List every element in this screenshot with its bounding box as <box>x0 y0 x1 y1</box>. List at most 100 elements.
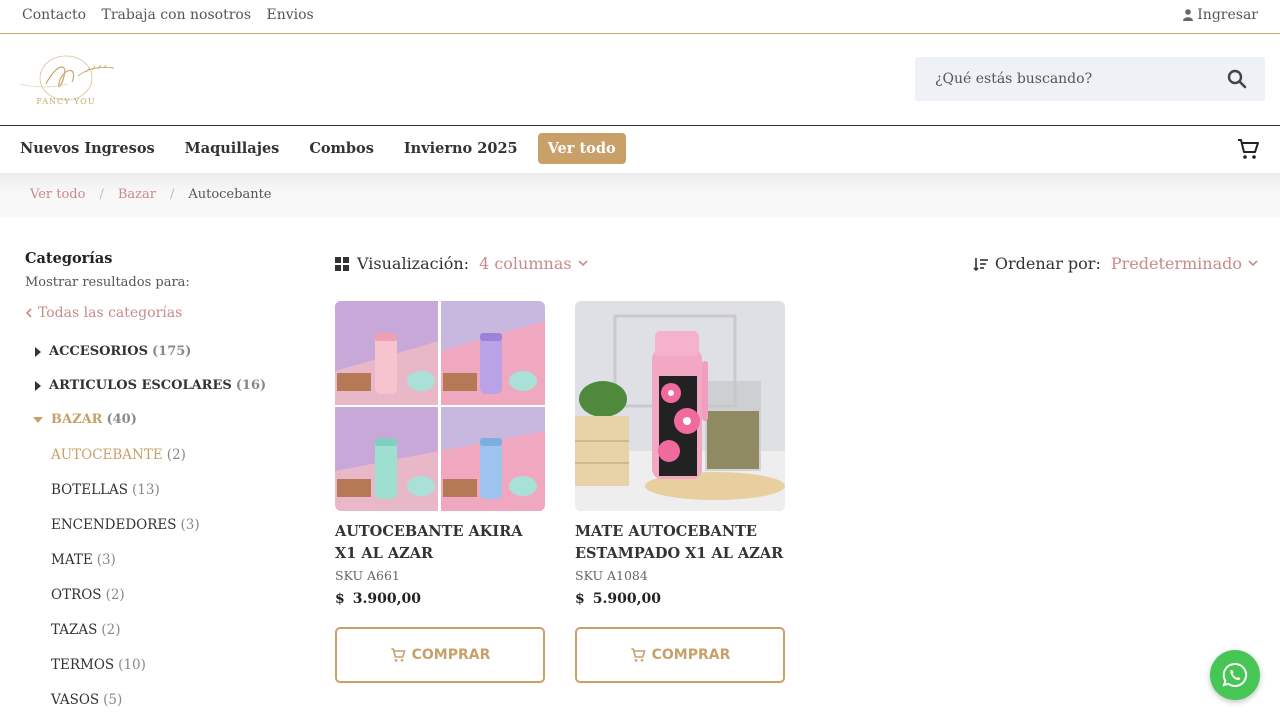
sort-icon <box>973 257 988 271</box>
all-categories-link[interactable]: Todas las categorías <box>25 305 182 321</box>
product-card: MATE AUTOCEBANTE ESTAMPADO X1 AL AZAR SK… <box>575 301 785 683</box>
subcategory-count: (2) <box>101 622 121 638</box>
main-nav: Nuevos Ingresos Maquillajes Combos Invie… <box>0 126 1280 173</box>
subcategory-termos[interactable]: TERMOS (10) <box>51 657 146 673</box>
category-accesorios[interactable]: ACCESORIOS (175) <box>35 344 191 359</box>
caret-down-icon <box>33 416 43 423</box>
category-label: ARTICULOS ESCOLARES <box>49 378 232 393</box>
categories-subtitle: Mostrar resultados para: <box>25 275 190 290</box>
login-link[interactable]: Ingresar <box>1183 7 1258 23</box>
product-name[interactable]: AUTOCEBANTE AKIRA X1 AL AZAR <box>335 521 545 565</box>
buy-button[interactable]: COMPRAR <box>575 627 785 683</box>
price-currency: $ <box>335 591 345 607</box>
logo-text: FANCY YOU <box>36 97 95 106</box>
category-count: (40) <box>106 412 137 427</box>
caret-right-icon <box>35 346 41 357</box>
category-label: BAZAR <box>51 412 103 427</box>
search-input[interactable] <box>915 57 1215 101</box>
whatsapp-button[interactable] <box>1210 650 1260 700</box>
product-name[interactable]: MATE AUTOCEBANTE ESTAMPADO X1 AL AZAR <box>575 521 785 565</box>
product-card: AUTOCEBANTE AKIRA X1 AL AZAR SKU A661 $3… <box>335 301 545 683</box>
subcategory-autocebante[interactable]: AUTOCEBANTE (2) <box>51 447 186 463</box>
view-label: Visualización: <box>357 254 470 273</box>
product-sku: SKU A1084 <box>575 568 648 583</box>
categories-title: Categorías <box>25 250 113 267</box>
nav-winter-2025[interactable]: Invierno 2025 <box>404 140 518 157</box>
subcategory-encendedores[interactable]: ENCENDEDORES (3) <box>51 517 200 533</box>
chevron-down-icon <box>1248 260 1258 267</box>
nav-view-all-button[interactable]: Ver todo <box>537 132 626 164</box>
caret-right-icon <box>35 380 41 391</box>
buy-button-label: COMPRAR <box>411 647 491 663</box>
chevron-left-icon <box>25 308 32 318</box>
subcategory-count: (3) <box>180 517 200 533</box>
top-links: Contacto Trabaja con nosotros Envios <box>22 7 325 23</box>
sort-label: Ordenar por: <box>994 254 1101 273</box>
user-icon <box>1183 9 1194 21</box>
whatsapp-icon <box>1222 662 1248 687</box>
subcategory-count: (10) <box>118 657 146 673</box>
subcategory-count: (3) <box>96 552 116 568</box>
header: FANCY YOU <box>0 34 1280 126</box>
product-price: $5.900,00 <box>575 591 785 607</box>
nav-makeup[interactable]: Maquillajes <box>185 140 280 157</box>
subcategory-label: VASOS <box>51 692 100 708</box>
product-sku: SKU A661 <box>335 568 400 583</box>
search-icon[interactable] <box>1227 69 1247 89</box>
buy-button[interactable]: COMPRAR <box>335 627 545 683</box>
search-bar <box>915 57 1265 101</box>
category-articulos-escolares[interactable]: ARTICULOS ESCOLARES (16) <box>35 378 266 393</box>
product-image[interactable] <box>575 301 785 511</box>
breadcrumb-bazar[interactable]: Bazar <box>118 187 156 202</box>
subcategory-count: (2) <box>166 447 186 463</box>
subcategory-label: BOTELLAS <box>51 482 129 498</box>
breadcrumb-separator: / <box>169 187 175 202</box>
subcategory-botellas[interactable]: BOTELLAS (13) <box>51 482 160 498</box>
breadcrumb: Ver todo / Bazar / Autocebante <box>30 187 272 202</box>
subcategory-label: OTROS <box>51 587 102 603</box>
cart-icon[interactable] <box>1236 137 1260 161</box>
price-value: 3.900,00 <box>352 591 421 607</box>
all-categories-label: Todas las categorías <box>38 305 183 321</box>
subcategory-count: (2) <box>105 587 125 603</box>
cart-icon <box>390 648 406 662</box>
sort-control[interactable]: Ordenar por: Predeterminado <box>973 254 1258 273</box>
breadcrumb-bar: Ver todo / Bazar / Autocebante <box>0 173 1280 217</box>
price-value: 5.900,00 <box>592 591 661 607</box>
breadcrumb-current: Autocebante <box>188 187 272 202</box>
subcategory-mate[interactable]: MATE (3) <box>51 552 116 568</box>
breadcrumb-view-all[interactable]: Ver todo <box>30 187 85 202</box>
contact-link[interactable]: Contacto <box>22 7 86 23</box>
shipping-link[interactable]: Envios <box>267 7 314 23</box>
price-currency: $ <box>575 591 585 607</box>
subcategory-label: AUTOCEBANTE <box>51 447 163 463</box>
category-label: ACCESORIOS <box>49 344 148 359</box>
chevron-down-icon <box>578 260 588 267</box>
work-with-us-link[interactable]: Trabaja con nosotros <box>101 7 251 23</box>
subcategory-otros[interactable]: OTROS (2) <box>51 587 125 603</box>
breadcrumb-separator: / <box>99 187 104 202</box>
subcategory-tazas[interactable]: TAZAS (2) <box>51 622 121 638</box>
sort-value: Predeterminado <box>1110 254 1242 273</box>
category-count: (16) <box>235 378 267 393</box>
cart-icon <box>630 648 646 662</box>
store-logo[interactable]: FANCY YOU <box>16 54 118 108</box>
view-value: 4 columnas <box>479 254 572 273</box>
view-columns-control[interactable]: Visualización: 4 columnas <box>335 254 588 273</box>
subcategory-vasos[interactable]: VASOS (5) <box>51 692 122 708</box>
subcategory-count: (13) <box>132 482 160 498</box>
top-bar: Contacto Trabaja con nosotros Envios Ing… <box>0 0 1280 34</box>
subcategory-label: MATE <box>51 552 93 568</box>
buy-button-label: COMPRAR <box>651 647 731 663</box>
product-price: $3.900,00 <box>335 591 545 607</box>
subcategory-label: TERMOS <box>51 657 115 673</box>
category-bazar[interactable]: BAZAR (40) <box>33 412 137 427</box>
category-count: (175) <box>152 344 192 359</box>
nav-new-arrivals[interactable]: Nuevos Ingresos <box>20 140 155 157</box>
product-image[interactable] <box>335 301 545 511</box>
nav-combos[interactable]: Combos <box>309 140 374 157</box>
subcategory-label: ENCENDEDORES <box>51 517 177 533</box>
grid-icon <box>335 256 349 271</box>
subcategory-label: TAZAS <box>51 622 98 638</box>
login-label: Ingresar <box>1197 7 1258 23</box>
